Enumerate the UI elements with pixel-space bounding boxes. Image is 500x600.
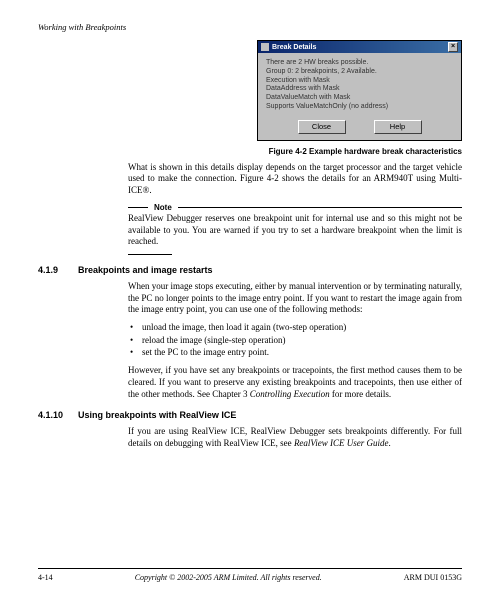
- page-footer: 4-14 Copyright © 2002-2005 ARM Limited. …: [38, 568, 462, 582]
- dialog-title: Break Details: [272, 44, 316, 51]
- section-paragraph: However, if you have set any breakpoints…: [128, 365, 462, 400]
- text-run-italic: RealView ICE User Guide: [294, 438, 389, 448]
- section-number: 4.1.9: [38, 265, 78, 275]
- section-number: 4.1.10: [38, 410, 78, 420]
- dialog-line: There are 2 HW breaks possible.: [266, 59, 453, 68]
- section-paragraph: When your image stops executing, either …: [128, 281, 462, 316]
- close-button[interactable]: Close: [298, 120, 346, 134]
- dialog-line: Execution with Mask: [266, 77, 453, 86]
- dialog-app-icon: [261, 43, 269, 51]
- figure-caption: Figure 4-2 Example hardware break charac…: [38, 147, 462, 156]
- text-run: for more details.: [330, 389, 391, 399]
- intro-paragraph: What is shown in this details display de…: [128, 162, 462, 197]
- break-details-dialog: Break Details × There are 2 HW breaks po…: [257, 40, 462, 141]
- help-button[interactable]: Help: [374, 120, 422, 134]
- close-icon[interactable]: ×: [448, 42, 458, 52]
- dialog-titlebar: Break Details ×: [258, 41, 461, 53]
- dialog-line: Group 0: 2 breakpoints, 2 Available.: [266, 68, 453, 77]
- section-heading: 4.1.10 Using breakpoints with RealView I…: [38, 410, 462, 420]
- list-item: set the PC to the image entry point.: [128, 347, 462, 359]
- section-title: Breakpoints and image restarts: [78, 265, 213, 275]
- text-run-italic: Controlling Execution: [250, 389, 330, 399]
- section-paragraph: If you are using RealView ICE, RealView …: [128, 426, 462, 449]
- text-run: .: [389, 438, 391, 448]
- note-text: RealView Debugger reserves one breakpoin…: [128, 213, 462, 248]
- page-number: 4-14: [38, 573, 53, 582]
- note-block: Note RealView Debugger reserves one brea…: [128, 203, 462, 255]
- dialog-line: DataAddress with Mask: [266, 85, 453, 94]
- section-heading: 4.1.9 Breakpoints and image restarts: [38, 265, 462, 275]
- chapter-running-header: Working with Breakpoints: [38, 22, 462, 32]
- dialog-body: There are 2 HW breaks possible. Group 0:…: [258, 53, 461, 116]
- list-item: reload the image (single-step operation): [128, 335, 462, 347]
- copyright: Copyright © 2002-2005 ARM Limited. All r…: [135, 573, 322, 582]
- dialog-line: Supports ValueMatchOnly (no address): [266, 103, 453, 112]
- doc-number: ARM DUI 0153G: [404, 573, 462, 582]
- note-label: Note: [154, 203, 172, 213]
- section-title: Using breakpoints with RealView ICE: [78, 410, 236, 420]
- method-list: unload the image, then load it again (tw…: [128, 322, 462, 359]
- list-item: unload the image, then load it again (tw…: [128, 322, 462, 334]
- dialog-line: DataValueMatch with Mask: [266, 94, 453, 103]
- dialog-button-row: Close Help: [258, 116, 461, 140]
